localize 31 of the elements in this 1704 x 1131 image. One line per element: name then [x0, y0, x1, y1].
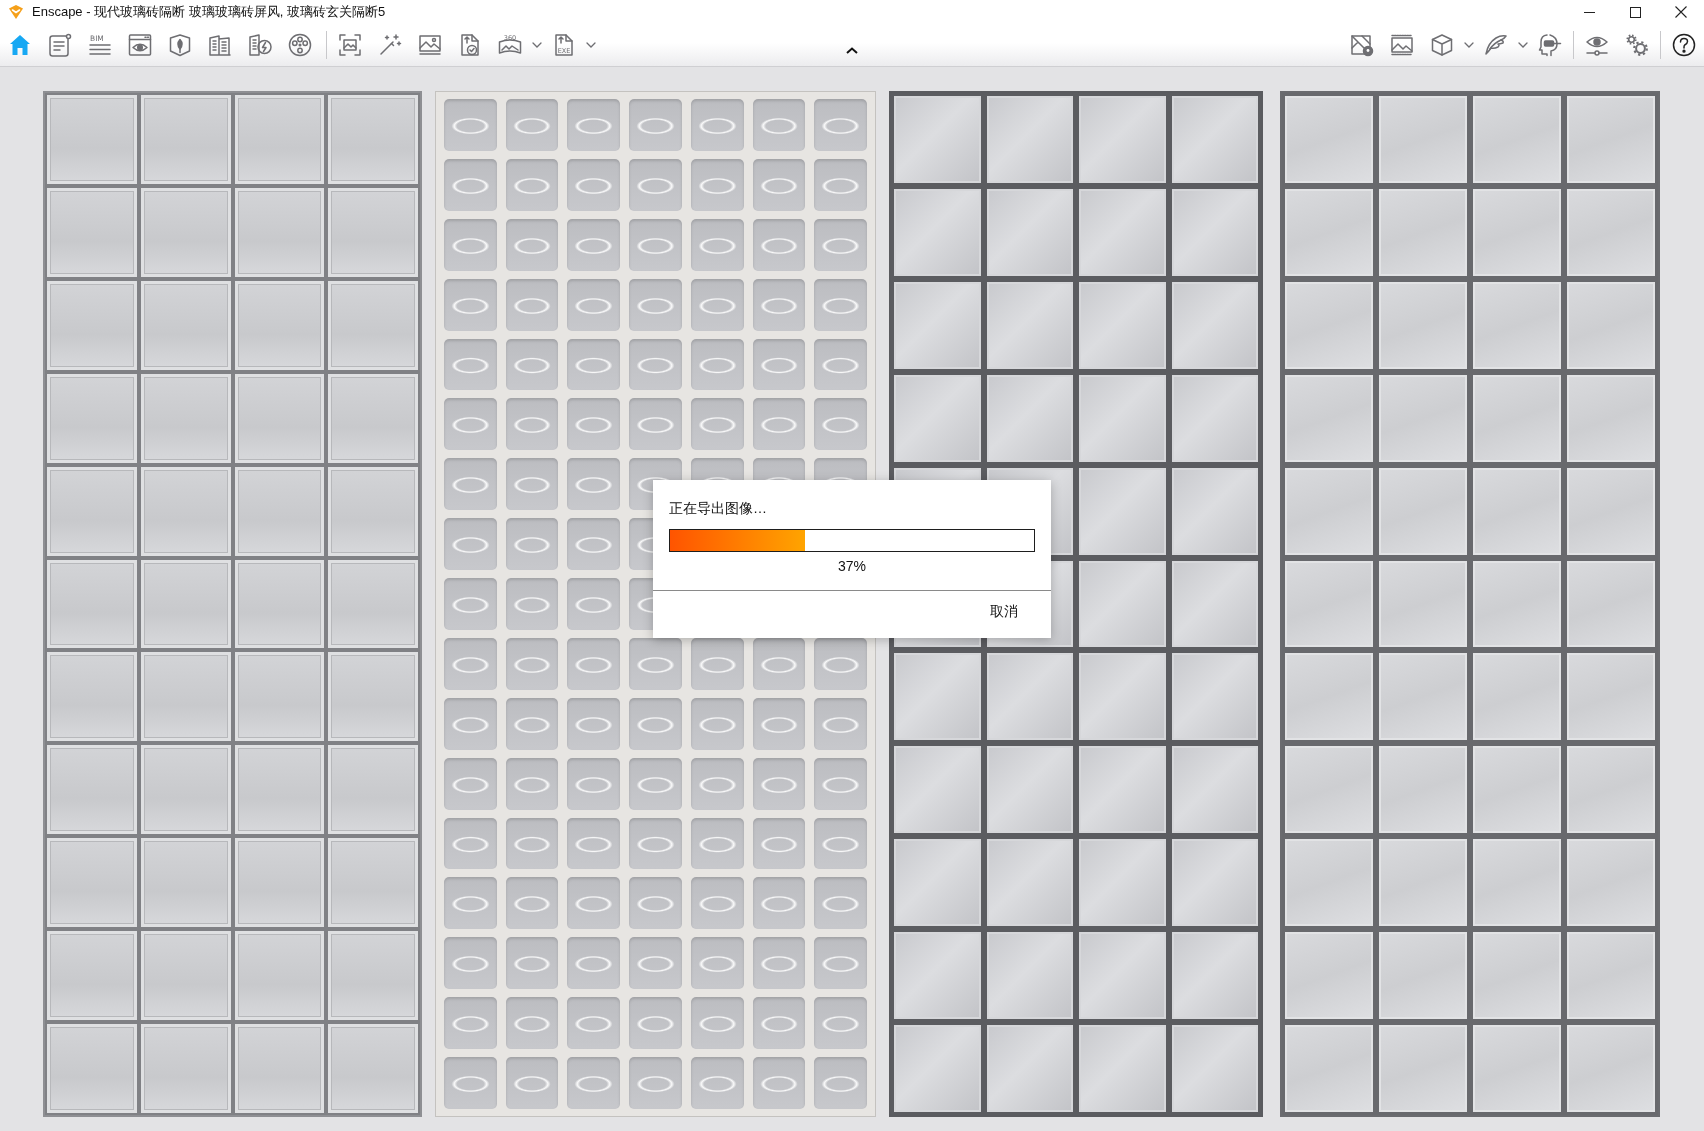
film-image-icon[interactable]: [1390, 33, 1414, 57]
collapse-caret-icon[interactable]: [846, 47, 858, 55]
minimize-icon[interactable]: [1583, 11, 1595, 13]
map-leaf-icon[interactable]: [168, 33, 192, 57]
maximize-icon[interactable]: [1629, 6, 1641, 18]
feather-icon[interactable]: [1484, 33, 1508, 57]
map-pin-icon[interactable]: [1350, 33, 1374, 57]
document-check-icon[interactable]: [458, 33, 482, 57]
settings-icon[interactable]: [1625, 33, 1649, 57]
cube-icon[interactable]: [1430, 33, 1454, 57]
app-logo-icon: [8, 4, 24, 20]
window-title: Enscape - 现代玻璃砖隔断 玻璃玻璃砖屏风, 玻璃砖玄关隔断5: [32, 3, 386, 22]
image-icon[interactable]: [418, 33, 442, 57]
buildings-icon[interactable]: [208, 33, 232, 57]
chevron-down-icon[interactable]: [532, 42, 542, 48]
chevron-down-icon[interactable]: [586, 42, 596, 48]
progress-percent: 37%: [837, 558, 867, 574]
notepad-icon[interactable]: [48, 33, 72, 57]
close-icon[interactable]: [1675, 6, 1687, 18]
window-eye-icon[interactable]: [128, 33, 152, 57]
cancel-button[interactable]: 取消: [984, 599, 1024, 623]
chevron-down-icon[interactable]: [1464, 42, 1474, 48]
screenshot-frame-icon[interactable]: [338, 33, 362, 57]
film-reel-icon[interactable]: [288, 33, 312, 57]
home-icon[interactable]: [8, 33, 32, 57]
vr-headset-icon[interactable]: [1538, 33, 1562, 57]
help-icon[interactable]: [1672, 33, 1696, 57]
magic-wand-icon[interactable]: [378, 33, 402, 57]
dialog-message: 正在导出图像…: [668, 499, 768, 518]
building-bolt-icon[interactable]: [248, 33, 272, 57]
chevron-down-icon[interactable]: [1518, 42, 1528, 48]
